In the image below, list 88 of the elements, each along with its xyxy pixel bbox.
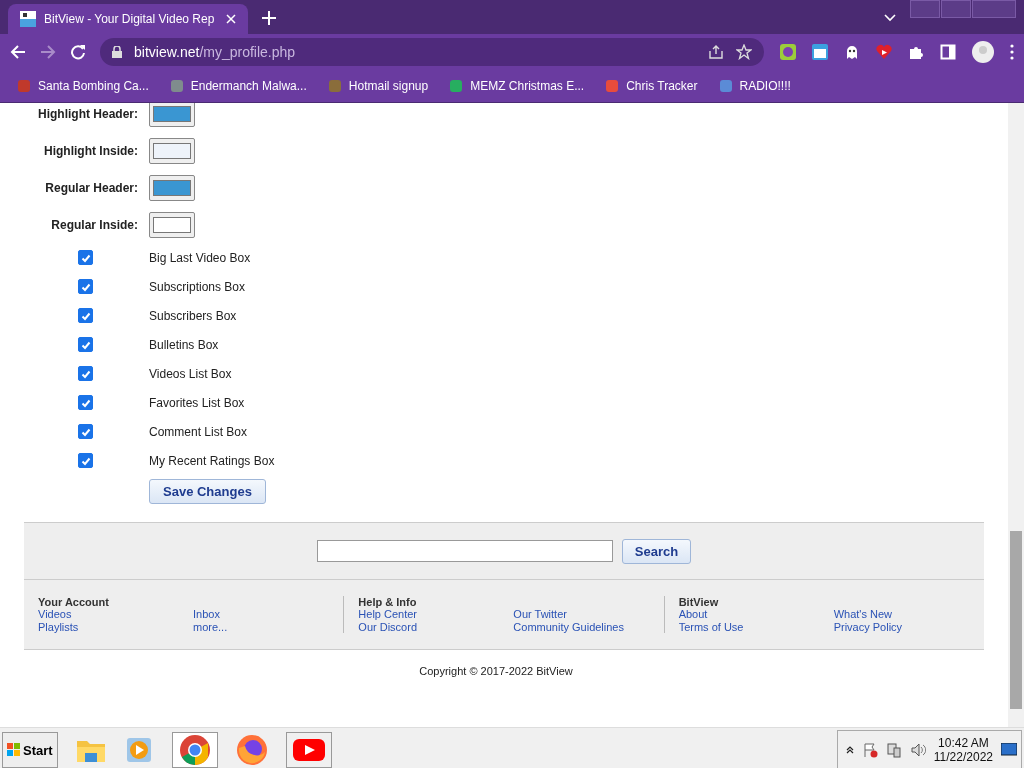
- footer-link[interactable]: Videos: [38, 608, 193, 620]
- footer-link[interactable]: Our Twitter: [513, 608, 664, 620]
- bookmark[interactable]: Endermanch Malwa...: [164, 76, 311, 96]
- firefox-icon[interactable]: [235, 734, 268, 766]
- flag-icon[interactable]: [861, 742, 878, 758]
- footer-link[interactable]: Inbox: [193, 608, 344, 620]
- footer-link[interactable]: Community Guidelines: [513, 621, 664, 633]
- star-icon[interactable]: [736, 44, 752, 60]
- chevron-up-icon[interactable]: [845, 746, 854, 754]
- avatar-icon[interactable]: [972, 41, 994, 63]
- footer-heading: Your Account: [38, 596, 110, 608]
- color-picker[interactable]: [149, 174, 195, 201]
- video-play-icon[interactable]: [292, 739, 325, 761]
- bookmark[interactable]: RADIO!!!!: [713, 76, 795, 96]
- checkbox-label: Big Last Video Box: [149, 250, 251, 265]
- checkbox-label: Bulletins Box: [149, 337, 219, 352]
- checkbox[interactable]: [78, 453, 93, 468]
- search-field[interactable]: [316, 540, 613, 562]
- footer-link[interactable]: About: [678, 608, 834, 620]
- checkbox-label: Favorites List Box: [149, 395, 245, 410]
- checkbox[interactable]: [78, 250, 93, 265]
- field-label: Highlight Inside:: [43, 143, 139, 158]
- heart-play-icon[interactable]: [876, 44, 892, 60]
- bookmark-icon: [168, 78, 185, 94]
- bookmark-icon: [448, 78, 465, 94]
- lock-icon: [112, 46, 122, 58]
- clock-time[interactable]: 10:42 AM: [938, 736, 989, 750]
- checkbox-label: Comment List Box: [149, 424, 248, 439]
- checkbox[interactable]: [78, 366, 93, 381]
- reload-icon[interactable]: [70, 44, 86, 60]
- checkbox-label: Subscriptions Box: [149, 279, 246, 294]
- search-button[interactable]: Search: [621, 538, 692, 564]
- sidebar-icon[interactable]: [940, 44, 956, 60]
- bookmark-icon: [717, 78, 734, 94]
- field-label: Regular Header:: [44, 180, 139, 195]
- footer-link[interactable]: Help Center: [358, 608, 514, 620]
- address-bar[interactable]: bitview.net/my_profile.php: [100, 38, 764, 66]
- checkbox[interactable]: [78, 279, 93, 294]
- scrollbar[interactable]: [1008, 103, 1024, 727]
- bookmark-icon: [16, 78, 32, 94]
- save-button[interactable]: Save Changes: [149, 479, 266, 504]
- footer-link[interactable]: more...: [193, 621, 344, 633]
- footer-link[interactable]: Privacy Policy: [833, 621, 984, 633]
- extension-icon[interactable]: [780, 44, 796, 60]
- forward-icon[interactable]: [40, 44, 56, 60]
- ghost-icon[interactable]: [844, 44, 860, 60]
- bookmark[interactable]: MEMZ Christmas E...: [444, 76, 589, 96]
- checkbox[interactable]: [78, 424, 93, 439]
- show-desktop-icon[interactable]: [1001, 743, 1017, 757]
- checkbox[interactable]: [78, 337, 93, 352]
- field-label: Regular Inside:: [50, 217, 139, 232]
- color-picker[interactable]: [149, 103, 195, 127]
- footer-link[interactable]: What's New: [833, 608, 984, 620]
- network-icon[interactable]: [885, 742, 902, 758]
- copyright-text: Copyright © 2017-2022 BitView: [418, 665, 574, 677]
- checkbox-label: Videos List Box: [149, 366, 232, 381]
- share-icon[interactable]: [708, 44, 724, 60]
- plus-icon[interactable]: [262, 11, 276, 25]
- chrome-icon[interactable]: [178, 734, 211, 766]
- color-picker[interactable]: [149, 137, 195, 164]
- puzzle-icon[interactable]: [908, 44, 924, 60]
- bookmark-icon: [326, 78, 343, 94]
- footer-link[interactable]: Our Discord: [358, 621, 514, 633]
- checkbox[interactable]: [78, 308, 93, 323]
- back-icon[interactable]: [10, 44, 26, 60]
- close-icon[interactable]: [226, 14, 236, 24]
- clock-date[interactable]: 11/22/2022: [933, 750, 993, 764]
- field-label: Highlight Header:: [37, 106, 139, 121]
- site-logo-icon: [20, 11, 36, 27]
- windows-logo-icon: [7, 743, 21, 757]
- color-picker[interactable]: [149, 211, 195, 238]
- footer-heading: Help & Info: [358, 596, 418, 608]
- checkbox-label: My Recent Ratings Box: [149, 453, 275, 468]
- menu-icon[interactable]: [1010, 44, 1014, 60]
- bookmark[interactable]: Chris Tracker: [600, 76, 702, 96]
- speaker-icon[interactable]: [909, 742, 926, 758]
- bookmark[interactable]: Santa Bombing Ca...: [12, 76, 153, 96]
- calendar-icon[interactable]: [812, 44, 828, 60]
- footer-link[interactable]: Terms of Use: [678, 621, 834, 633]
- bookmark-icon: [604, 78, 621, 94]
- checkbox-label: Subscribers Box: [149, 308, 237, 323]
- footer-link[interactable]: Playlists: [38, 621, 193, 633]
- start-button[interactable]: Start: [2, 732, 58, 768]
- footer-heading: BitView: [678, 596, 720, 608]
- chevron-down-icon[interactable]: [884, 14, 896, 22]
- browser-tab[interactable]: BitView - Your Digital Video Rep: [8, 4, 248, 34]
- checkbox[interactable]: [78, 395, 93, 410]
- bookmark[interactable]: Hotmail signup: [322, 76, 433, 96]
